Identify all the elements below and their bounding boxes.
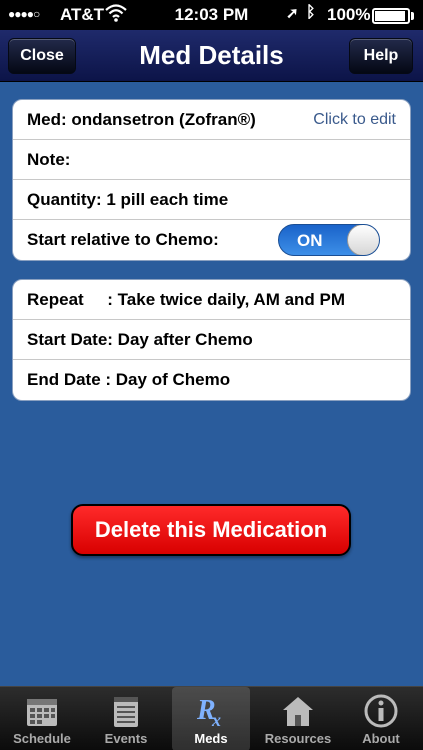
note-input[interactable] — [79, 142, 410, 178]
chemo-relative-toggle[interactable]: ON — [278, 224, 380, 256]
calendar-icon — [24, 693, 60, 729]
tab-events-label: Events — [104, 731, 148, 746]
tab-resources-label: Resources — [264, 731, 332, 746]
relative-label: Start relative to Chemo: — [27, 230, 219, 249]
status-bar: ●●●●○ AT&T 12:03 PM ➚ ᛒ 100% — [0, 0, 423, 30]
med-name: Med: ondansetron (Zofran®) — [27, 109, 256, 129]
repeat-label: Repeat : Take twice daily, AM and PM — [27, 289, 346, 309]
battery-percent: 100% — [327, 5, 371, 24]
start-date-row[interactable]: Start Date: Day after Chemo — [13, 320, 410, 360]
quantity-row[interactable]: Quantity: 1 pill each time — [13, 180, 410, 220]
location-icon: ➚ — [286, 5, 299, 22]
tab-schedule-label: Schedule — [13, 731, 71, 746]
med-details-group: Med: ondansetron (Zofran®) Click to edit… — [12, 99, 411, 261]
nav-bar: Close Med Details Help — [0, 30, 423, 82]
toggle-on-label: ON — [297, 231, 323, 250]
repeat-row[interactable]: Repeat : Take twice daily, AM and PM — [13, 280, 410, 320]
tab-resources[interactable]: Resources — [258, 687, 338, 750]
end-date-row[interactable]: End Date : Day of Chemo — [13, 360, 410, 400]
tab-events[interactable]: Events — [88, 687, 164, 750]
bluetooth-icon: ᛒ — [306, 4, 316, 21]
note-row: Note: — [13, 140, 410, 180]
relative-row: Start relative to Chemo: ON — [13, 220, 410, 260]
toggle-knob — [347, 225, 379, 255]
start-date-label: Start Date: Day after Chemo — [27, 329, 253, 349]
note-label: Note: — [27, 149, 71, 169]
battery-nub — [411, 12, 414, 20]
battery-icon — [372, 8, 410, 24]
info-icon — [363, 693, 399, 729]
tab-schedule[interactable]: Schedule — [4, 687, 80, 750]
tab-meds-label: Meds — [194, 731, 228, 746]
delete-medication-button[interactable]: Delete this Medication — [71, 504, 351, 556]
tab-about-label: About — [362, 731, 400, 746]
end-date-label: End Date : Day of Chemo — [27, 370, 231, 389]
tab-about[interactable]: About — [344, 687, 418, 750]
edit-link[interactable]: Click to edit — [313, 111, 396, 129]
schedule-group: Repeat : Take twice daily, AM and PM Sta… — [12, 279, 411, 401]
tab-bar: Schedule Events Rx Meds Resources About — [0, 686, 423, 750]
rx-icon: Rx — [193, 693, 229, 730]
help-button[interactable]: Help — [349, 38, 413, 74]
tab-meds[interactable]: Rx Meds — [172, 687, 250, 750]
notepad-icon — [108, 693, 144, 729]
svg-text:x: x — [211, 710, 221, 729]
med-row[interactable]: Med: ondansetron (Zofran®) Click to edit — [13, 100, 410, 140]
house-icon — [280, 693, 316, 729]
quantity-label: Quantity: 1 pill each time — [27, 189, 229, 209]
